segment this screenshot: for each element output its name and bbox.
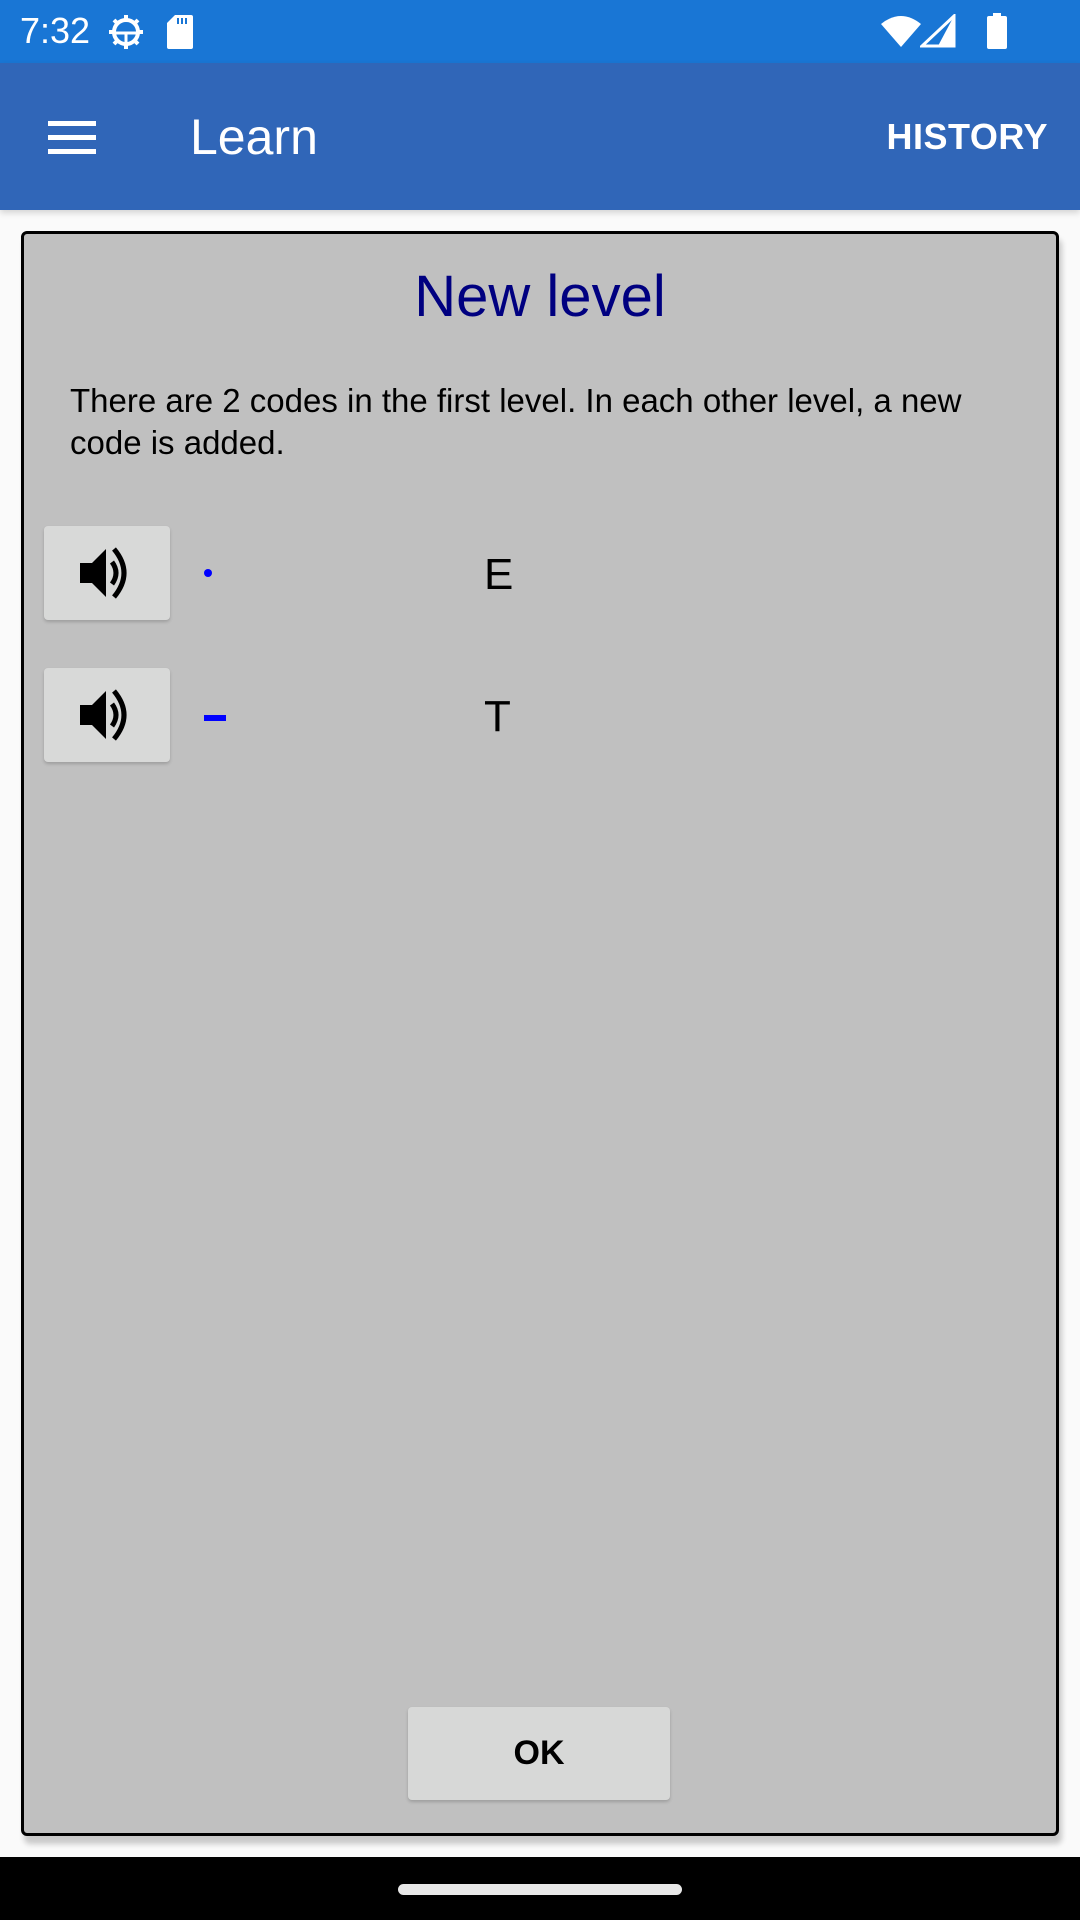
speaker-icon (80, 547, 127, 599)
code-letter: T (484, 692, 511, 741)
navigation-bar (0, 1857, 1080, 1920)
app-title: Learn (190, 109, 318, 165)
code-letter: E (484, 550, 514, 599)
dialog-description: There are 2 codes in the first level. In… (70, 382, 962, 461)
morse-dash (194, 688, 254, 744)
battery-icon (987, 13, 1007, 49)
sd-card-icon (167, 15, 193, 49)
play-sound-button[interactable] (44, 668, 170, 762)
dialog-title: New level (414, 264, 666, 329)
code-row-t: T (24, 668, 1056, 764)
settings-gear-icon (109, 15, 143, 49)
morse-dot (194, 546, 254, 602)
cell-signal-icon (920, 14, 956, 48)
speaker-icon (80, 689, 127, 741)
ok-button[interactable]: OK (408, 1707, 670, 1800)
history-button[interactable]: HISTORY (886, 113, 1048, 161)
hamburger-menu-icon[interactable] (32, 107, 112, 167)
status-time: 7:32 (20, 10, 91, 51)
app-bar: Learn HISTORY (0, 63, 1080, 210)
status-bar: 7:32 (0, 0, 1080, 63)
play-sound-button[interactable] (44, 526, 170, 620)
code-row-e: E (24, 526, 1056, 622)
new-level-dialog: New level There are 2 codes in the first… (21, 231, 1059, 1836)
wifi-icon (881, 16, 921, 47)
home-indicator[interactable] (398, 1884, 682, 1895)
